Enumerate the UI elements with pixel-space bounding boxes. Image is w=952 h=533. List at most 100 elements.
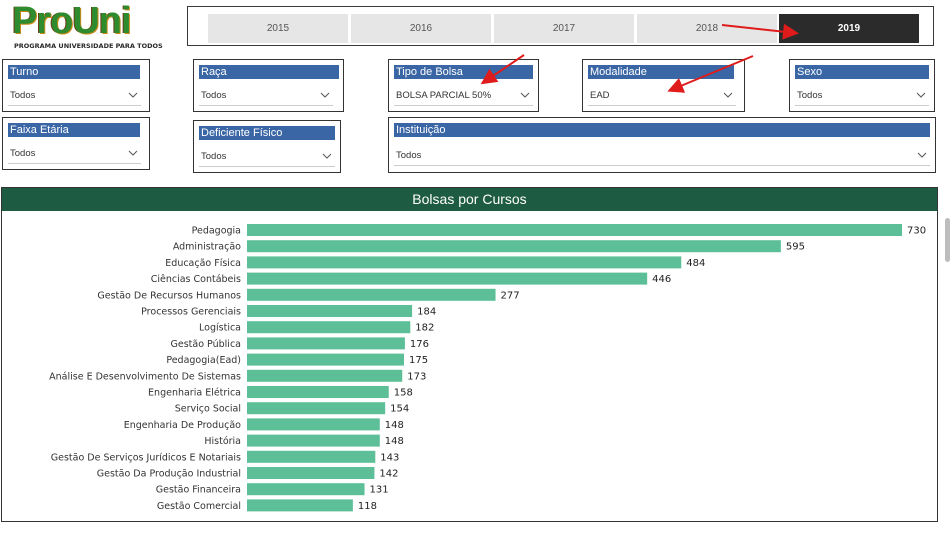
bar[interactable]	[247, 353, 405, 366]
category-label: Pedagogia	[192, 226, 241, 237]
value-label: 154	[390, 404, 409, 415]
category-label: Gestão Da Produção Industrial	[97, 469, 241, 480]
value-label: 158	[394, 388, 413, 399]
value-label: 131	[370, 485, 389, 496]
turno-dropdown[interactable]: Todos	[8, 86, 141, 106]
value-label: 176	[410, 339, 429, 350]
category-label: Ciências Contábeis	[151, 274, 241, 285]
tipo-bolsa-header: Tipo de Bolsa	[394, 65, 533, 79]
faixa-etaria-value: Todos	[10, 148, 36, 159]
tipo-bolsa-slicer: Tipo de Bolsa BOLSA PARCIAL 50%	[388, 59, 539, 112]
value-label: 184	[417, 307, 436, 318]
prouni-logo: ProUni PROGRAMA UNIVERSIDADE PARA TODOS	[12, 1, 164, 51]
bar[interactable]	[247, 450, 376, 463]
category-label: Gestão De Serviços Jurídicos E Notariais	[51, 452, 241, 463]
category-label: Gestão Comercial	[157, 501, 241, 512]
faixa-etaria-slicer: Faixa Etária Todos	[2, 117, 150, 170]
logo-tagline: PROGRAMA UNIVERSIDADE PARA TODOS	[14, 42, 163, 50]
deficiente-value: Todos	[201, 151, 227, 162]
bar[interactable]	[247, 288, 496, 301]
logo-wordmark: ProUni	[12, 0, 132, 42]
value-label: 143	[380, 452, 399, 463]
turno-header: Turno	[8, 65, 140, 79]
category-label: Pedagogia(Ead)	[166, 355, 241, 366]
raca-slicer: Raça Todos	[193, 59, 344, 112]
deficiente-dropdown[interactable]: Todos	[199, 147, 335, 167]
chevron-down-icon	[320, 92, 330, 98]
value-label: 142	[379, 469, 398, 480]
raca-value: Todos	[201, 90, 227, 101]
bar[interactable]	[247, 483, 365, 496]
value-label: 484	[686, 258, 705, 269]
category-label: Análise E Desenvolvimento De Sistemas	[49, 371, 241, 382]
raca-dropdown[interactable]: Todos	[199, 86, 333, 106]
raca-header: Raça	[199, 65, 339, 79]
category-label: Engenharia Elétrica	[148, 388, 241, 399]
chevron-down-icon	[917, 152, 927, 158]
turno-slicer: Turno Todos	[2, 59, 150, 112]
category-label: Engenharia De Produção	[124, 420, 241, 431]
bar[interactable]	[247, 402, 386, 415]
bar[interactable]	[247, 434, 380, 447]
value-label: 446	[652, 274, 671, 285]
sexo-dropdown[interactable]: Todos	[795, 86, 929, 106]
year-slicer: 2015 2016 2017 2018 2019	[187, 6, 934, 46]
year-button-2016[interactable]: 2016	[351, 14, 491, 43]
value-label: 118	[358, 501, 377, 512]
faixa-etaria-header: Faixa Etária	[8, 123, 140, 137]
modalidade-header: Modalidade	[588, 65, 734, 79]
tipo-bolsa-dropdown[interactable]: BOLSA PARCIAL 50%	[394, 86, 533, 106]
chevron-down-icon	[520, 92, 530, 98]
bar[interactable]	[247, 369, 403, 382]
bolsas-por-cursos-chart: Bolsas por Cursos Pedagogia 730 Administra…	[1, 187, 938, 522]
category-label: Logística	[199, 323, 241, 334]
value-label: 148	[385, 420, 404, 431]
category-label: Gestão Pública	[171, 339, 241, 350]
year-button-2018[interactable]: 2018	[637, 14, 777, 43]
bar[interactable]	[247, 305, 413, 317]
deficiente-header: Deficiente Físico	[199, 126, 335, 140]
tipo-bolsa-value: BOLSA PARCIAL 50%	[396, 90, 492, 101]
bar[interactable]	[247, 499, 353, 512]
value-label: 277	[501, 290, 520, 301]
chevron-down-icon	[322, 153, 332, 159]
chevron-down-icon	[723, 92, 733, 98]
chevron-down-icon	[128, 150, 138, 156]
sexo-slicer: Sexo Todos	[789, 59, 935, 112]
category-label: Administração	[173, 242, 241, 253]
category-label: Gestão Financeira	[156, 485, 241, 496]
category-label: História	[204, 436, 241, 447]
value-label: 175	[409, 355, 428, 366]
year-button-2017[interactable]: 2017	[494, 14, 634, 43]
bar[interactable]	[247, 256, 682, 269]
modalidade-slicer: Modalidade EAD	[582, 59, 745, 112]
bar[interactable]	[247, 337, 405, 350]
year-button-2015[interactable]: 2015	[208, 14, 348, 43]
bar[interactable]	[247, 321, 411, 334]
value-label: 148	[385, 436, 404, 447]
value-label: 182	[415, 323, 434, 334]
value-label: 173	[407, 371, 426, 382]
bar[interactable]	[247, 272, 648, 285]
bar[interactable]	[247, 418, 380, 431]
turno-value: Todos	[10, 90, 36, 101]
bar[interactable]	[247, 386, 389, 398]
instituicao-slicer: Instituição Todos	[388, 117, 936, 173]
chart-scrollbar[interactable]	[945, 218, 950, 262]
bar-chart-svg: Pedagogia 730 Administração 595 Educação Fís…	[49, 224, 926, 512]
modalidade-value: EAD	[590, 90, 610, 101]
value-label: 595	[786, 242, 805, 253]
sexo-value: Todos	[797, 90, 823, 101]
bar[interactable]	[247, 240, 781, 253]
category-label: Serviço Social	[175, 404, 241, 415]
year-button-2019[interactable]: 2019	[779, 14, 919, 43]
modalidade-dropdown[interactable]: EAD	[588, 86, 736, 106]
bar[interactable]	[247, 224, 902, 236]
instituicao-value: Todos	[396, 150, 422, 161]
instituicao-dropdown[interactable]: Todos	[394, 146, 930, 166]
bar[interactable]	[247, 467, 375, 479]
value-label: 730	[907, 226, 926, 237]
instituicao-header: Instituição	[394, 123, 930, 137]
chevron-down-icon	[128, 92, 138, 98]
faixa-etaria-dropdown[interactable]: Todos	[8, 144, 141, 164]
